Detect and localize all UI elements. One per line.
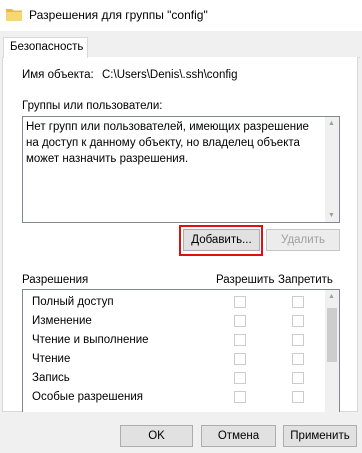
deny-checkbox[interactable] <box>292 353 304 365</box>
deny-checkbox[interactable] <box>292 315 304 327</box>
permission-row: Полный доступ <box>23 293 325 312</box>
deny-column-header: Запретить <box>278 274 333 286</box>
allow-checkbox[interactable] <box>234 315 246 327</box>
remove-button[interactable]: Удалить <box>266 229 340 251</box>
deny-checkbox[interactable] <box>292 334 304 346</box>
object-name-value: C:\Users\Denis\.ssh\config <box>102 69 238 81</box>
permission-row: Изменение <box>23 312 325 331</box>
permission-row: Запись <box>23 369 325 388</box>
object-name-label: Имя объекта: <box>22 69 94 81</box>
allow-checkbox[interactable] <box>234 296 246 308</box>
permission-row: Особые разрешения <box>23 388 325 407</box>
groups-scrollbar[interactable]: ▲ ▼ <box>325 117 339 222</box>
permission-row: Чтение и выполнение <box>23 331 325 350</box>
permission-row: Чтение <box>23 350 325 369</box>
deny-checkbox[interactable] <box>292 391 304 403</box>
permissions-header: Разрешения <box>22 274 89 286</box>
permission-name: Чтение <box>32 353 71 365</box>
groups-label: Группы или пользователи: <box>22 100 163 112</box>
allow-checkbox[interactable] <box>234 334 246 346</box>
scroll-thumb[interactable] <box>327 308 337 362</box>
groups-list[interactable]: Нет групп или пользователей, имеющих раз… <box>22 116 340 223</box>
allow-column-header: Разрешить <box>216 274 275 286</box>
permission-name: Особые разрешения <box>32 391 144 403</box>
permission-name: Изменение <box>32 315 92 327</box>
folder-icon <box>6 9 22 21</box>
groups-empty-message: Нет групп или пользователей, имеющих раз… <box>26 121 309 165</box>
deny-checkbox[interactable] <box>292 372 304 384</box>
permissions-scrollbar[interactable]: ▲ <box>325 290 339 412</box>
title-bar: Разрешения для группы "config" <box>0 0 362 31</box>
allow-checkbox[interactable] <box>234 391 246 403</box>
allow-checkbox[interactable] <box>234 372 246 384</box>
ok-button[interactable]: OK <box>120 425 193 447</box>
permissions-list: Полный доступ Изменение Чтение и выполне… <box>22 289 340 412</box>
allow-checkbox[interactable] <box>234 353 246 365</box>
tab-security[interactable]: Безопасность <box>3 37 88 58</box>
add-button[interactable]: Добавить... <box>183 229 260 251</box>
permission-name: Полный доступ <box>32 296 114 308</box>
window-title: Разрешения для группы "config" <box>29 8 208 22</box>
apply-button[interactable]: Применить <box>283 425 357 447</box>
chevron-down-icon[interactable]: ▼ <box>328 212 335 219</box>
permission-name: Запись <box>32 372 70 384</box>
deny-checkbox[interactable] <box>292 296 304 308</box>
chevron-up-icon[interactable]: ▲ <box>328 120 335 127</box>
cancel-button[interactable]: Отмена <box>201 425 276 447</box>
permission-name: Чтение и выполнение <box>32 334 149 346</box>
chevron-up-icon[interactable]: ▲ <box>328 293 335 300</box>
